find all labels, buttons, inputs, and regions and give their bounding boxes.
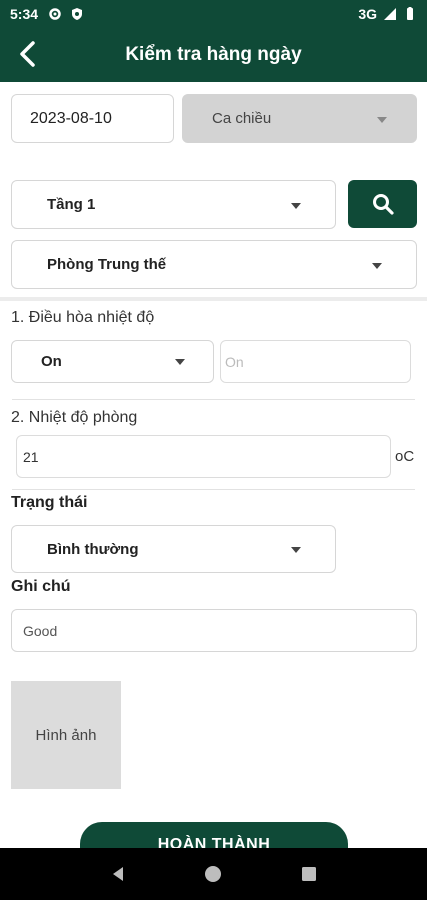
chevron-down-icon xyxy=(372,263,382,269)
temperature-unit: oC xyxy=(395,448,415,465)
shift-value: Ca chiều xyxy=(212,110,272,127)
network-type: 3G xyxy=(358,6,377,22)
section-2-title: 2. Nhiệt độ phòng xyxy=(11,409,138,426)
status-dropdown[interactable]: Bình thường xyxy=(11,525,336,573)
status-value: Bình thường xyxy=(47,540,139,558)
shield-icon xyxy=(72,8,83,20)
room-value: Phòng Trung thế xyxy=(47,256,167,273)
ac-note-placeholder: On xyxy=(225,353,244,370)
settings-icon xyxy=(49,8,61,20)
date-field[interactable]: 2023-08-10 xyxy=(11,94,174,143)
room-temperature-input[interactable]: 21 xyxy=(16,435,391,478)
ac-status-value: On xyxy=(41,353,62,370)
section-1-title: 1. Điều hòa nhiệt độ xyxy=(11,309,155,326)
back-button[interactable] xyxy=(10,36,46,72)
status-label: Trạng thái xyxy=(11,494,88,511)
back-arrow-icon xyxy=(20,41,35,67)
ac-note-input[interactable]: On xyxy=(220,340,411,383)
chevron-down-icon xyxy=(377,117,387,123)
signal-icon xyxy=(384,8,396,20)
note-value: Good xyxy=(23,622,58,639)
ac-status-dropdown[interactable]: On xyxy=(11,340,214,383)
battery-icon xyxy=(407,7,413,20)
note-input[interactable]: Good xyxy=(11,609,417,652)
divider xyxy=(12,399,415,400)
image-upload[interactable]: Hình ảnh xyxy=(11,681,121,789)
chevron-down-icon xyxy=(175,359,185,365)
chevron-down-icon xyxy=(291,547,301,553)
date-value: 2023-08-10 xyxy=(30,109,112,127)
floor-dropdown[interactable]: Tầng 1 xyxy=(11,180,336,229)
status-time: 5:34 xyxy=(10,6,39,22)
nav-home-icon[interactable] xyxy=(204,865,222,883)
search-button[interactable] xyxy=(348,180,417,228)
nav-back-icon[interactable] xyxy=(109,865,127,883)
search-icon xyxy=(372,194,394,215)
note-label: Ghi chú xyxy=(11,578,71,595)
room-dropdown[interactable]: Phòng Trung thế xyxy=(11,240,417,289)
system-nav-bar xyxy=(0,848,427,900)
chevron-down-icon xyxy=(291,203,301,209)
image-label: Hình ảnh xyxy=(35,726,97,744)
room-temperature-value: 21 xyxy=(23,448,39,465)
status-bar: 5:34 3G xyxy=(0,0,427,28)
section-divider xyxy=(0,297,427,301)
nav-recents-icon[interactable] xyxy=(300,865,318,883)
app-bar: Kiểm tra hàng ngày xyxy=(0,28,427,82)
floor-value: Tầng 1 xyxy=(47,196,96,213)
divider xyxy=(12,489,415,490)
page-title: Kiểm tra hàng ngày xyxy=(125,44,302,65)
shift-dropdown[interactable]: Ca chiều xyxy=(182,94,417,143)
